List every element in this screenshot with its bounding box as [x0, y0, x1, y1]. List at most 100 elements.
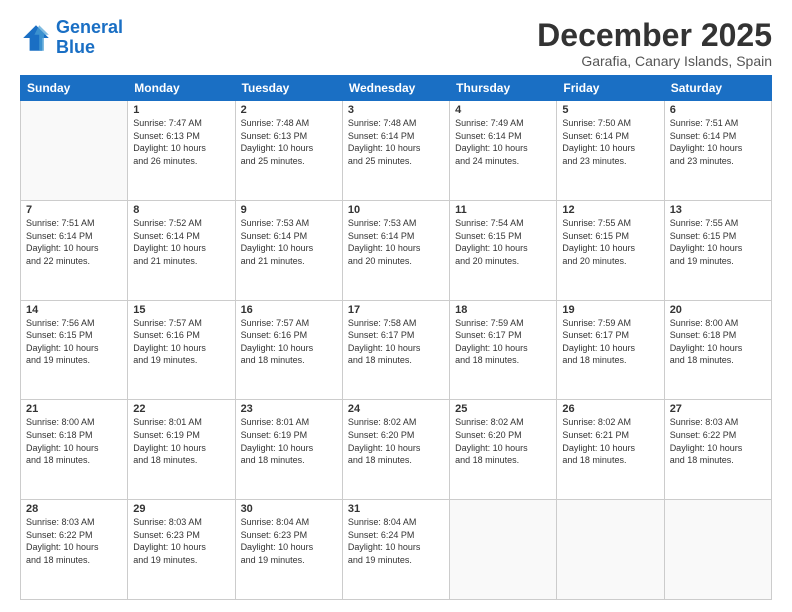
calendar-cell: 4Sunrise: 7:49 AMSunset: 6:14 PMDaylight…	[450, 101, 557, 201]
day-number: 15	[133, 304, 229, 316]
calendar-cell: 29Sunrise: 8:03 AMSunset: 6:23 PMDayligh…	[128, 500, 235, 600]
calendar-cell: 16Sunrise: 7:57 AMSunset: 6:16 PMDayligh…	[235, 300, 342, 400]
day-number: 29	[133, 503, 229, 515]
day-number: 11	[455, 204, 551, 216]
day-number: 2	[241, 104, 337, 116]
calendar-day-header: Tuesday	[235, 76, 342, 101]
page: General Blue December 2025 Garafia, Cana…	[0, 0, 792, 612]
logo: General Blue	[20, 18, 123, 58]
calendar-cell: 5Sunrise: 7:50 AMSunset: 6:14 PMDaylight…	[557, 101, 664, 201]
day-number: 31	[348, 503, 444, 515]
calendar-cell: 8Sunrise: 7:52 AMSunset: 6:14 PMDaylight…	[128, 200, 235, 300]
day-info: Sunrise: 8:03 AMSunset: 6:22 PMDaylight:…	[670, 416, 766, 466]
day-number: 17	[348, 304, 444, 316]
calendar-cell: 23Sunrise: 8:01 AMSunset: 6:19 PMDayligh…	[235, 400, 342, 500]
calendar-day-header: Friday	[557, 76, 664, 101]
day-info: Sunrise: 8:03 AMSunset: 6:23 PMDaylight:…	[133, 516, 229, 566]
day-info: Sunrise: 8:01 AMSunset: 6:19 PMDaylight:…	[241, 416, 337, 466]
day-info: Sunrise: 7:48 AMSunset: 6:14 PMDaylight:…	[348, 117, 444, 167]
day-number: 10	[348, 204, 444, 216]
day-number: 24	[348, 403, 444, 415]
calendar-cell: 31Sunrise: 8:04 AMSunset: 6:24 PMDayligh…	[342, 500, 449, 600]
day-info: Sunrise: 7:51 AMSunset: 6:14 PMDaylight:…	[26, 217, 122, 267]
day-info: Sunrise: 8:02 AMSunset: 6:20 PMDaylight:…	[348, 416, 444, 466]
day-info: Sunrise: 7:53 AMSunset: 6:14 PMDaylight:…	[241, 217, 337, 267]
day-number: 25	[455, 403, 551, 415]
calendar-cell: 28Sunrise: 8:03 AMSunset: 6:22 PMDayligh…	[21, 500, 128, 600]
day-info: Sunrise: 7:57 AMSunset: 6:16 PMDaylight:…	[241, 317, 337, 367]
calendar-cell: 21Sunrise: 8:00 AMSunset: 6:18 PMDayligh…	[21, 400, 128, 500]
day-number: 7	[26, 204, 122, 216]
calendar-cell: 1Sunrise: 7:47 AMSunset: 6:13 PMDaylight…	[128, 101, 235, 201]
day-number: 8	[133, 204, 229, 216]
header: General Blue December 2025 Garafia, Cana…	[20, 18, 772, 69]
calendar-cell: 3Sunrise: 7:48 AMSunset: 6:14 PMDaylight…	[342, 101, 449, 201]
day-info: Sunrise: 7:55 AMSunset: 6:15 PMDaylight:…	[562, 217, 658, 267]
day-number: 3	[348, 104, 444, 116]
day-number: 22	[133, 403, 229, 415]
day-number: 6	[670, 104, 766, 116]
calendar-cell	[557, 500, 664, 600]
calendar-week-row: 1Sunrise: 7:47 AMSunset: 6:13 PMDaylight…	[21, 101, 772, 201]
calendar-table: SundayMondayTuesdayWednesdayThursdayFrid…	[20, 75, 772, 600]
calendar-cell	[450, 500, 557, 600]
day-number: 30	[241, 503, 337, 515]
calendar-cell: 15Sunrise: 7:57 AMSunset: 6:16 PMDayligh…	[128, 300, 235, 400]
calendar-cell: 26Sunrise: 8:02 AMSunset: 6:21 PMDayligh…	[557, 400, 664, 500]
day-number: 14	[26, 304, 122, 316]
calendar-day-header: Sunday	[21, 76, 128, 101]
calendar-day-header: Saturday	[664, 76, 771, 101]
day-info: Sunrise: 7:59 AMSunset: 6:17 PMDaylight:…	[562, 317, 658, 367]
calendar-cell	[21, 101, 128, 201]
day-info: Sunrise: 7:48 AMSunset: 6:13 PMDaylight:…	[241, 117, 337, 167]
calendar-cell: 7Sunrise: 7:51 AMSunset: 6:14 PMDaylight…	[21, 200, 128, 300]
day-info: Sunrise: 8:02 AMSunset: 6:20 PMDaylight:…	[455, 416, 551, 466]
day-info: Sunrise: 7:58 AMSunset: 6:17 PMDaylight:…	[348, 317, 444, 367]
calendar-cell: 30Sunrise: 8:04 AMSunset: 6:23 PMDayligh…	[235, 500, 342, 600]
calendar-cell: 22Sunrise: 8:01 AMSunset: 6:19 PMDayligh…	[128, 400, 235, 500]
logo-text: General Blue	[56, 18, 123, 58]
day-info: Sunrise: 8:03 AMSunset: 6:22 PMDaylight:…	[26, 516, 122, 566]
calendar-cell: 12Sunrise: 7:55 AMSunset: 6:15 PMDayligh…	[557, 200, 664, 300]
day-number: 28	[26, 503, 122, 515]
subtitle: Garafia, Canary Islands, Spain	[537, 53, 772, 69]
calendar-cell: 14Sunrise: 7:56 AMSunset: 6:15 PMDayligh…	[21, 300, 128, 400]
day-info: Sunrise: 7:47 AMSunset: 6:13 PMDaylight:…	[133, 117, 229, 167]
calendar-day-header: Wednesday	[342, 76, 449, 101]
calendar-week-row: 14Sunrise: 7:56 AMSunset: 6:15 PMDayligh…	[21, 300, 772, 400]
calendar-cell: 17Sunrise: 7:58 AMSunset: 6:17 PMDayligh…	[342, 300, 449, 400]
day-number: 1	[133, 104, 229, 116]
calendar-cell: 18Sunrise: 7:59 AMSunset: 6:17 PMDayligh…	[450, 300, 557, 400]
calendar-cell: 20Sunrise: 8:00 AMSunset: 6:18 PMDayligh…	[664, 300, 771, 400]
day-info: Sunrise: 8:04 AMSunset: 6:24 PMDaylight:…	[348, 516, 444, 566]
day-number: 13	[670, 204, 766, 216]
day-info: Sunrise: 7:59 AMSunset: 6:17 PMDaylight:…	[455, 317, 551, 367]
day-number: 23	[241, 403, 337, 415]
day-info: Sunrise: 7:57 AMSunset: 6:16 PMDaylight:…	[133, 317, 229, 367]
calendar-cell: 19Sunrise: 7:59 AMSunset: 6:17 PMDayligh…	[557, 300, 664, 400]
calendar-week-row: 28Sunrise: 8:03 AMSunset: 6:22 PMDayligh…	[21, 500, 772, 600]
calendar-cell: 2Sunrise: 7:48 AMSunset: 6:13 PMDaylight…	[235, 101, 342, 201]
calendar-week-row: 21Sunrise: 8:00 AMSunset: 6:18 PMDayligh…	[21, 400, 772, 500]
calendar-cell: 24Sunrise: 8:02 AMSunset: 6:20 PMDayligh…	[342, 400, 449, 500]
calendar-cell: 9Sunrise: 7:53 AMSunset: 6:14 PMDaylight…	[235, 200, 342, 300]
calendar-week-row: 7Sunrise: 7:51 AMSunset: 6:14 PMDaylight…	[21, 200, 772, 300]
calendar-cell: 11Sunrise: 7:54 AMSunset: 6:15 PMDayligh…	[450, 200, 557, 300]
calendar-cell: 10Sunrise: 7:53 AMSunset: 6:14 PMDayligh…	[342, 200, 449, 300]
day-info: Sunrise: 7:54 AMSunset: 6:15 PMDaylight:…	[455, 217, 551, 267]
day-number: 5	[562, 104, 658, 116]
title-block: December 2025 Garafia, Canary Islands, S…	[537, 18, 772, 69]
main-title: December 2025	[537, 18, 772, 53]
logo-icon	[20, 22, 52, 54]
day-info: Sunrise: 7:49 AMSunset: 6:14 PMDaylight:…	[455, 117, 551, 167]
day-number: 9	[241, 204, 337, 216]
day-info: Sunrise: 7:56 AMSunset: 6:15 PMDaylight:…	[26, 317, 122, 367]
day-info: Sunrise: 8:01 AMSunset: 6:19 PMDaylight:…	[133, 416, 229, 466]
calendar-cell	[664, 500, 771, 600]
day-number: 20	[670, 304, 766, 316]
day-number: 18	[455, 304, 551, 316]
day-number: 26	[562, 403, 658, 415]
day-info: Sunrise: 7:52 AMSunset: 6:14 PMDaylight:…	[133, 217, 229, 267]
day-info: Sunrise: 7:53 AMSunset: 6:14 PMDaylight:…	[348, 217, 444, 267]
day-number: 16	[241, 304, 337, 316]
